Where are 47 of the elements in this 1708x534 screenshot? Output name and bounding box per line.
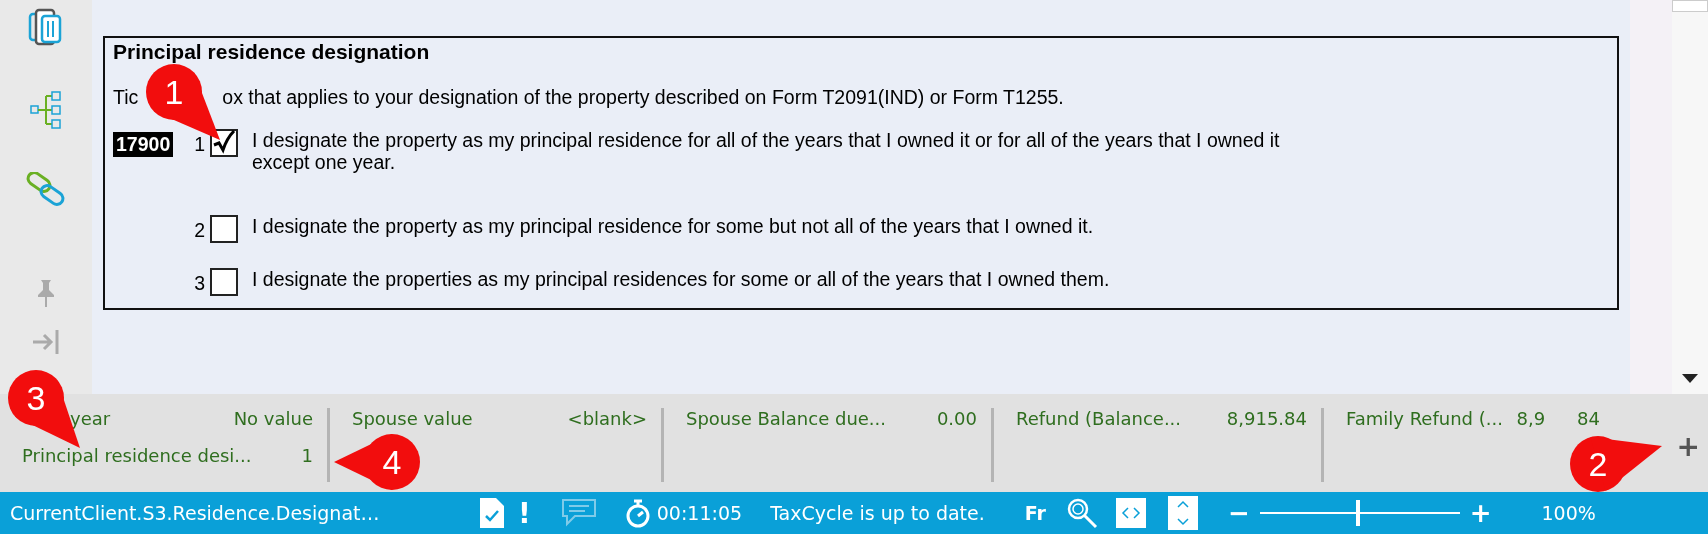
- checkbox[interactable]: [210, 268, 238, 296]
- summary-label: Spouse Balance due...: [686, 408, 887, 429]
- option-number: 2: [193, 219, 205, 242]
- document-check-icon[interactable]: [480, 498, 504, 528]
- scrollbar-thumb[interactable]: [1672, 0, 1708, 12]
- option-text: I designate the properties as my principal residences for some or all of the years that I owned them.: [252, 268, 1111, 290]
- form-title: Principal residence designation: [113, 40, 431, 64]
- pin-icon[interactable]: [36, 278, 56, 308]
- checkbox[interactable]: [210, 129, 238, 157]
- zoom-percent: 100%: [1541, 502, 1596, 524]
- summary-value: 8,915.84: [1226, 408, 1307, 429]
- add-button[interactable]: +: [1676, 430, 1700, 463]
- stopwatch-icon: [624, 498, 651, 528]
- instruction-text: ox that applies to your designation of the property described on Form T2091(IND) or Form T1255.: [222, 86, 1064, 109]
- option-number: 3: [193, 272, 205, 295]
- summary-value: <blank>: [567, 408, 647, 429]
- language-toggle[interactable]: Fr: [1024, 502, 1046, 524]
- checkbox[interactable]: [210, 215, 238, 243]
- summary-label: Principal residence desi...: [22, 445, 252, 466]
- summary-label: Refund (Balance...: [1016, 408, 1182, 429]
- zoom-out-button[interactable]: −: [1227, 498, 1250, 528]
- option-text: I designate the property as my principal residence for some but not all of the years that I owned it.: [252, 215, 1095, 237]
- zoom-in-button[interactable]: +: [1469, 498, 1492, 528]
- summary-value: No value: [233, 408, 313, 429]
- tree-icon[interactable]: [29, 90, 63, 130]
- field-path: CurrentClient.S3.Residence.Designat…: [10, 502, 381, 524]
- collapse-icon[interactable]: [31, 328, 61, 356]
- alert-mark[interactable]: !: [518, 496, 531, 530]
- summary-label: Spouse value: [352, 408, 473, 429]
- summary-value: 84: [1577, 408, 1600, 429]
- option-text: I designate the property as my principal residence for all of the years that I owned it or for all of the years that I owned it except one year.: [252, 129, 1281, 173]
- instruction-text: Tic: [113, 86, 139, 109]
- summary-value: 8,9: [1516, 408, 1546, 429]
- link-icon[interactable]: [26, 172, 66, 206]
- expand-button[interactable]: [1167, 496, 1198, 530]
- scroll-down-icon[interactable]: [1682, 374, 1698, 384]
- summary-value: 1: [301, 445, 313, 466]
- summary-value: 0.00: [936, 408, 977, 429]
- chat-icon[interactable]: [560, 498, 597, 528]
- search-icon[interactable]: [1065, 497, 1098, 529]
- timer-text: 00:11:05: [656, 502, 743, 524]
- scrollbar[interactable]: [1672, 0, 1708, 394]
- slider-thumb[interactable]: [1355, 500, 1360, 526]
- code-view-button[interactable]: [1115, 498, 1146, 528]
- summary-label: Family Refund (...: [1346, 408, 1503, 429]
- summary-label: year: [70, 408, 111, 429]
- update-status: TaxCycle is up to date.: [770, 502, 985, 524]
